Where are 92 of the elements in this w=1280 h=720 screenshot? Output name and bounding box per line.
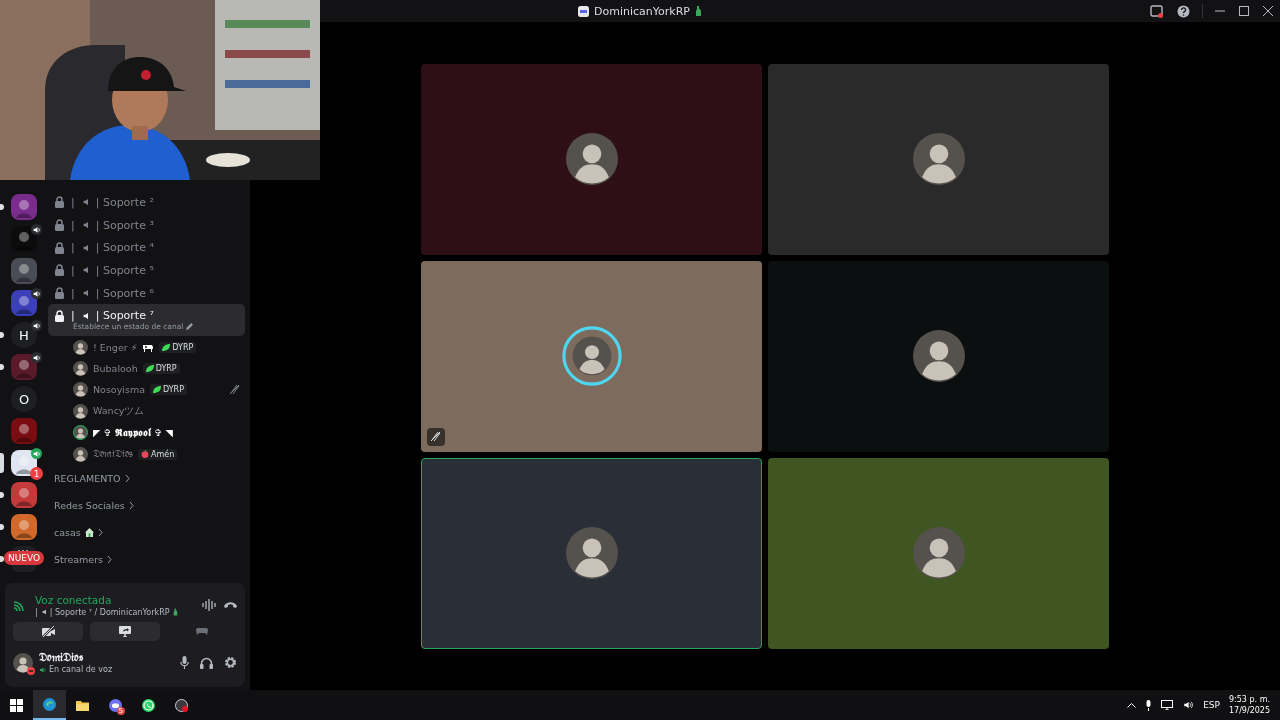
leaf-icon <box>152 386 161 394</box>
channel-path[interactable]: | Soporte ⁷ / DominicanYorkRP <box>49 607 170 617</box>
channel-name: | Soporte ² <box>95 195 154 209</box>
voice-channel[interactable]: | | Soporte ² <box>48 191 245 214</box>
channel-divider: | <box>71 309 75 323</box>
channel-name: | Soporte ⁴ <box>95 241 154 255</box>
notification-badge: 1 <box>30 467 43 480</box>
language-indicator[interactable]: ESP <box>1203 700 1220 710</box>
video-tile[interactable] <box>768 457 1109 649</box>
user-status: En canal de voz <box>49 665 113 674</box>
member-name[interactable]: Bubalooh <box>93 363 138 374</box>
help-icon[interactable] <box>1177 4 1190 18</box>
category-header[interactable]: Redes Sociales <box>48 491 245 519</box>
member-name[interactable]: Nosoyisma <box>93 384 145 396</box>
member-name[interactable]: ◤ ✞ 𝕽𝖆𝖞𝖕𝖔𝖔𝖑 ✞ ◥ <box>93 426 173 439</box>
signal-icon[interactable] <box>13 599 27 611</box>
role-name: Amén <box>151 449 175 459</box>
new-badge: NUEVO <box>4 551 45 565</box>
headphones-icon[interactable] <box>200 656 213 669</box>
voice-channel[interactable]: | | Soporte ³ <box>48 213 245 237</box>
disconnect-icon[interactable] <box>224 601 237 609</box>
chevron-right-icon <box>128 501 134 509</box>
chevron-up-icon[interactable] <box>1127 702 1137 708</box>
category-header[interactable]: Streamers <box>48 545 245 573</box>
chat-app-icon <box>109 698 122 712</box>
windows-icon <box>10 698 23 712</box>
chevron-right-icon <box>107 555 113 563</box>
channel-divider: | <box>71 241 75 255</box>
chevron-right-icon <box>97 528 103 536</box>
microphone-icon[interactable] <box>180 656 189 669</box>
server-button[interactable]: H <box>11 322 37 348</box>
leaf-icon <box>162 343 171 351</box>
channel-divider: | <box>71 263 75 277</box>
category-header[interactable]: casas <box>48 518 245 546</box>
channel-divider: | <box>71 195 75 209</box>
camera-button[interactable] <box>13 622 83 641</box>
speaker-icon <box>40 608 47 616</box>
folder-icon <box>76 698 89 712</box>
role-name: DYRP <box>172 342 194 352</box>
server-icon[interactable] <box>11 514 37 540</box>
maximize-icon[interactable] <box>1239 6 1249 16</box>
soundboard-icon[interactable] <box>202 599 216 611</box>
clock[interactable]: 9:53 p. m. 17/9/2025 <box>1228 694 1270 716</box>
house-icon <box>84 527 94 537</box>
avatar-icon <box>13 652 33 673</box>
user-name: 𝔇𝔬𝔪𝔦𝔇𝔦𝔬𝔰 <box>39 651 84 664</box>
window-title: DominicanYorkRP <box>594 4 690 18</box>
chevron-right-icon <box>124 474 130 482</box>
server-button[interactable]: O <box>11 386 37 412</box>
member-name[interactable]: ! Enger ⚡ <box>93 341 138 353</box>
phone-app-icon <box>142 698 155 712</box>
member-name[interactable]: 𝔇𝔬𝔪𝔦𝔇𝔦𝔬𝔰 <box>93 448 133 461</box>
voice-channel[interactable]: | | Soporte ⁴ <box>48 236 245 260</box>
gamepad-icon <box>196 627 208 636</box>
server-icon <box>578 5 590 17</box>
channel-divider: | <box>71 218 75 232</box>
role-name: DYRP <box>162 385 184 395</box>
video-tile[interactable] <box>768 63 1109 255</box>
settings-icon[interactable] <box>224 656 237 669</box>
server-icon[interactable] <box>11 482 37 508</box>
inbox-icon[interactable] <box>1150 4 1163 18</box>
screen-share-button[interactable] <box>90 622 160 641</box>
speaker-icon <box>39 665 46 674</box>
channel-name: | Soporte ⁵ <box>95 263 154 277</box>
volume-icon[interactable] <box>1182 700 1195 710</box>
camera-off-icon <box>41 626 55 637</box>
channel-name: | Soporte ³ <box>95 218 154 232</box>
video-tile[interactable] <box>421 260 762 452</box>
network-icon[interactable] <box>1161 700 1174 710</box>
voice-channel[interactable]: | | Soporte ⁵ <box>48 259 245 282</box>
taskbar-app[interactable] <box>33 690 66 720</box>
leaf-icon <box>145 365 154 372</box>
channel-name: | Soporte ⁶ <box>95 286 154 300</box>
screen-share-icon <box>119 626 131 637</box>
role-name: DYRP <box>155 364 177 373</box>
channel-divider: | <box>35 607 38 617</box>
member-name[interactable]: Wancyツム <box>93 404 145 418</box>
microphone-icon[interactable] <box>1145 699 1153 711</box>
channel-divider: | <box>71 286 75 300</box>
apple-icon <box>141 450 149 459</box>
pencil-icon[interactable] <box>186 323 194 331</box>
category-header[interactable]: REGLAMENTO <box>48 464 245 492</box>
voice-channel[interactable]: | | Soporte ⁶ <box>48 281 245 305</box>
close-icon[interactable] <box>1263 6 1273 16</box>
muted-icon <box>431 431 441 442</box>
video-tile[interactable] <box>421 63 762 255</box>
channel-name: | Soporte ⁷ <box>95 309 154 323</box>
recorder-icon <box>175 698 188 712</box>
video-tile[interactable] <box>768 260 1109 452</box>
video-tile[interactable] <box>421 457 762 649</box>
connection-status: Voz conectada <box>35 593 113 606</box>
browser-icon <box>43 697 56 711</box>
